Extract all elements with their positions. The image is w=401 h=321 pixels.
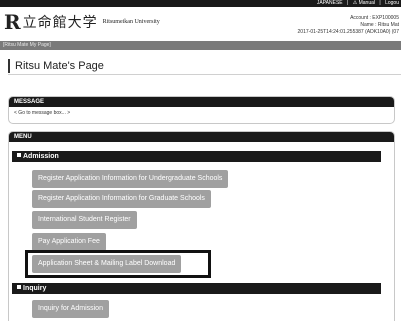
inquiry-for-admission-button[interactable]: Inquiry for Admission xyxy=(32,300,109,318)
bullet-square xyxy=(17,285,21,289)
pay-application-fee-button[interactable]: Pay Application Fee xyxy=(32,233,106,251)
breadcrumb[interactable]: [Ritsu Mate My Page] xyxy=(3,42,51,49)
page-title: Ritsu Mate's Page xyxy=(15,60,104,72)
top-links: JAPANESE | ⚠ Manual | Logou xyxy=(314,0,399,7)
admission-heading-text: Admission xyxy=(23,153,59,160)
separator: | xyxy=(379,0,381,6)
message-heading: MESSAGE xyxy=(9,97,394,107)
bullet-square xyxy=(17,153,21,157)
manual-link[interactable]: ⚠ Manual xyxy=(353,0,375,7)
title-accent-bar xyxy=(8,59,10,73)
international-student-register-button[interactable]: International Student Register xyxy=(32,211,137,229)
session-timestamp: 2017-01-25T14:24:01.255387 (ADK10A0) (07 xyxy=(297,29,399,35)
register-undergraduate-button[interactable]: Register Application Information for Und… xyxy=(32,170,229,188)
logo-japanese-name: 立命館大学 xyxy=(22,15,98,31)
separator: | xyxy=(347,0,349,6)
message-box-link[interactable]: < Go to message box... > xyxy=(9,107,394,119)
university-logo: R 立命館大学 Ritsumeikan University xyxy=(4,12,160,32)
account-info: Account : EXP100005 Name : Ritsu Mat 201… xyxy=(298,15,399,36)
account-id: Account : EXP100005 xyxy=(350,15,399,21)
logout-link[interactable]: Logou xyxy=(385,0,399,7)
breadcrumb-bar xyxy=(0,41,401,50)
logo-english-name: Ritsumeikan University xyxy=(102,19,160,25)
menu-heading: MENU xyxy=(9,132,394,142)
account-name: Name : Ritsu Mat xyxy=(360,22,399,28)
page-title-area: Ritsu Mate's Page xyxy=(8,56,401,75)
register-graduate-button[interactable]: Register Application Information for Gra… xyxy=(32,190,211,208)
language-link[interactable]: JAPANESE xyxy=(317,0,343,7)
inquiry-heading-text: Inquiry xyxy=(23,285,47,292)
admission-section-heading: Admission xyxy=(12,151,381,162)
message-panel: MESSAGE < Go to message box... > xyxy=(8,96,395,124)
inquiry-section-heading: Inquiry xyxy=(12,283,381,294)
logo-r-mark: R xyxy=(4,10,21,34)
application-sheet-download-button[interactable]: Application Sheet & Mailing Label Downlo… xyxy=(32,255,182,273)
